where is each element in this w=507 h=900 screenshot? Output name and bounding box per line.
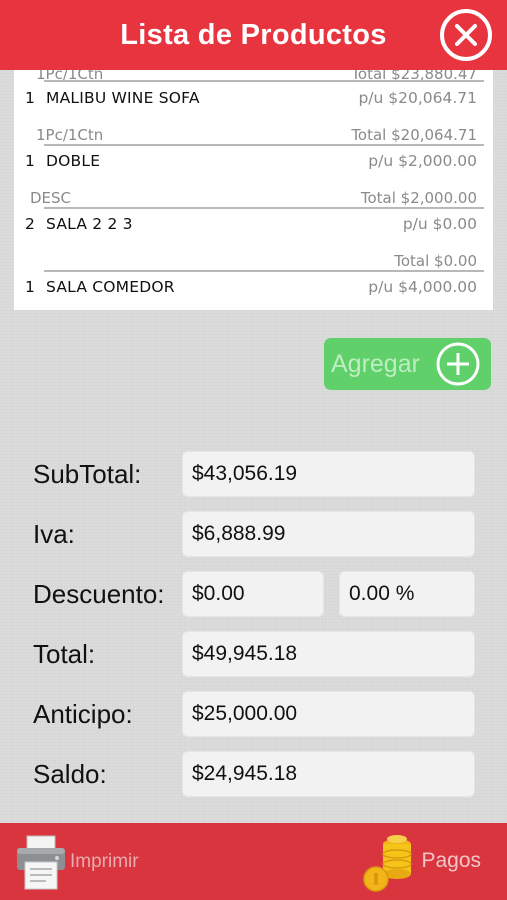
add-button-label: Agregar — [331, 349, 420, 378]
list-item[interactable]: 1 SALA COMEDOR p/u $4,000.00 — [14, 278, 493, 300]
list-item-package-line: DESC Total $2,000.00 — [14, 189, 493, 209]
line-total: Total $0.00 — [394, 252, 477, 270]
print-button[interactable]: Imprimir — [16, 833, 146, 891]
header-bar: Lista de Productos — [0, 0, 507, 70]
total-label: Total: — [33, 639, 96, 669]
iva-label: Iva: — [33, 519, 75, 549]
item-quantity: 2 — [25, 215, 35, 233]
line-total: Total $20,064.71 — [351, 126, 477, 144]
list-item-package-line: 1Pc/1Ctn Total $20,064.71 — [14, 126, 493, 146]
iva-field[interactable]: $6,888.99 — [182, 511, 475, 557]
total-field[interactable]: $49,945.18 — [182, 631, 475, 677]
saldo-field[interactable]: $24,945.18 — [182, 751, 475, 797]
add-product-button[interactable]: Agregar — [324, 338, 491, 390]
footer-bar: Imprimir Pagos — [0, 823, 507, 900]
list-item[interactable]: 1 DOBLE p/u $2,000.00 — [14, 152, 493, 174]
anticipo-label: Anticipo: — [33, 699, 133, 729]
package-text: 1Pc/1Ctn — [36, 126, 104, 144]
item-unit-price: p/u $20,064.71 — [358, 89, 477, 107]
subtotal-field[interactable]: $43,056.19 — [182, 451, 475, 497]
printer-icon — [17, 835, 65, 890]
item-unit-price: p/u $4,000.00 — [368, 278, 477, 296]
divider — [44, 207, 484, 209]
list-item[interactable]: 1 MALIBU WINE SOFA p/u $20,064.71 — [14, 89, 493, 111]
item-quantity: 1 — [25, 152, 35, 170]
anticipo-field[interactable]: $25,000.00 — [182, 691, 475, 737]
package-text: DESC — [30, 189, 72, 207]
item-name: SALA 2 2 3 — [46, 215, 133, 233]
plus-circle-icon — [436, 342, 480, 386]
discount-amount-field[interactable]: $0.00 — [182, 571, 324, 617]
item-name: MALIBU WINE SOFA — [46, 89, 200, 107]
close-button[interactable] — [440, 9, 492, 61]
item-quantity: 1 — [25, 278, 35, 296]
product-list[interactable]: 1Pc/1Ctn Total $23,880.47 1 MALIBU WINE … — [14, 62, 493, 310]
payments-label: Pagos — [421, 849, 481, 872]
line-total: Total $2,000.00 — [360, 189, 477, 207]
saldo-label: Saldo: — [33, 759, 107, 789]
item-unit-price: p/u $2,000.00 — [368, 152, 477, 170]
list-item-package-line: Total $0.00 — [14, 252, 493, 272]
page-title: Lista de Productos — [120, 18, 387, 51]
item-quantity: 1 — [25, 89, 35, 107]
descuento-label: Descuento: — [33, 579, 165, 609]
list-item[interactable]: 2 SALA 2 2 3 p/u $0.00 — [14, 215, 493, 237]
subtotal-label: SubTotal: — [33, 459, 142, 489]
discount-percent-field[interactable]: 0.00 % — [339, 571, 475, 617]
item-name: SALA COMEDOR — [46, 278, 175, 296]
divider — [44, 80, 484, 82]
item-unit-price: p/u $0.00 — [402, 215, 477, 233]
payments-button[interactable]: Pagos — [363, 830, 481, 894]
print-label: Imprimir — [70, 851, 139, 872]
divider — [44, 144, 484, 146]
coins-icon — [363, 835, 412, 892]
divider — [44, 270, 484, 272]
close-icon — [455, 24, 477, 46]
item-name: DOBLE — [46, 152, 101, 170]
